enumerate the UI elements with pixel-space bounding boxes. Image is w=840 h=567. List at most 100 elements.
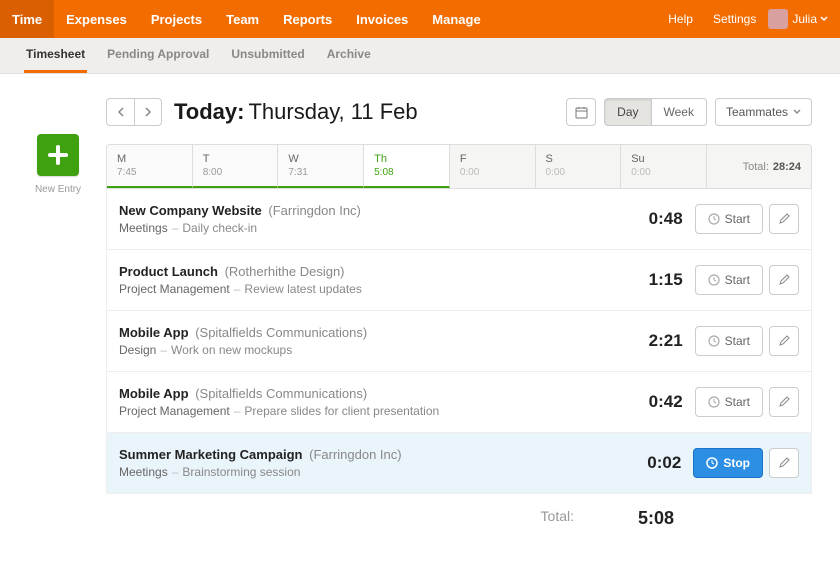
- entry-client: (Farringdon Inc): [306, 447, 402, 462]
- time-entry: Summer Marketing Campaign (Farringdon In…: [107, 433, 811, 494]
- settings-link[interactable]: Settings: [705, 12, 764, 26]
- teammates-dropdown[interactable]: Teammates: [715, 98, 812, 126]
- next-day-button[interactable]: [134, 98, 162, 126]
- calendar-icon: [575, 106, 588, 119]
- stop-icon: [706, 457, 718, 469]
- day-duration: 0:00: [460, 167, 525, 178]
- day-total-row: Total: 5:08: [106, 494, 812, 543]
- subnav-item-timesheet[interactable]: Timesheet: [24, 37, 87, 73]
- nav-tab-team[interactable]: Team: [214, 0, 271, 38]
- calendar-button[interactable]: [566, 98, 596, 126]
- day-total-value: 5:08: [614, 508, 674, 529]
- plus-icon: [46, 143, 70, 167]
- edit-entry-button[interactable]: [769, 204, 799, 234]
- entry-duration: 0:02: [621, 453, 681, 473]
- entry-client: (Spitalfields Communications): [192, 386, 368, 401]
- day-strip: M7:45T8:00W7:31Th5:08 F 0:00 S 0:00 Su 0:00 Tot…: [106, 144, 812, 189]
- entry-notes: Prepare slides for client presentation: [244, 404, 439, 418]
- subnav-item-pending-approval[interactable]: Pending Approval: [105, 37, 211, 73]
- edit-entry-button[interactable]: [769, 265, 799, 295]
- dash-separator: –: [172, 221, 179, 235]
- entry-duration: 0:42: [623, 392, 683, 412]
- subnav-item-unsubmitted[interactable]: Unsubmitted: [229, 37, 306, 73]
- pencil-icon: [778, 335, 790, 347]
- pencil-icon: [778, 274, 790, 286]
- view-day-button[interactable]: Day: [604, 98, 650, 126]
- start-timer-button[interactable]: Start: [695, 265, 763, 295]
- stop-timer-button[interactable]: Stop: [693, 448, 763, 478]
- dash-separator: –: [234, 282, 241, 296]
- entry-notes: Review latest updates: [244, 282, 361, 296]
- entry-client: (Spitalfields Communications): [192, 325, 368, 340]
- day-of-week: F: [460, 153, 525, 165]
- chevron-right-icon: [144, 107, 152, 117]
- clock-icon: [708, 213, 720, 225]
- dash-separator: –: [172, 465, 179, 479]
- entry-project: New Company Website: [119, 203, 262, 218]
- entry-client: (Rotherhithe Design): [221, 264, 345, 279]
- time-entry: Mobile App (Spitalfields Communications)…: [107, 372, 811, 433]
- entry-task: Design: [119, 343, 156, 357]
- week-total-cell: Total:28:24: [707, 145, 811, 188]
- entry-task: Project Management: [119, 404, 230, 418]
- day-cell[interactable]: T8:00: [193, 145, 279, 188]
- day-cell[interactable]: M7:45: [107, 145, 193, 188]
- current-date: Thursday, 11 Feb: [248, 99, 417, 125]
- new-entry-button[interactable]: [37, 134, 79, 176]
- user-menu[interactable]: Julia: [768, 9, 828, 29]
- day-duration: 0:00: [631, 167, 696, 178]
- entry-notes: Daily check-in: [182, 221, 257, 235]
- entry-task: Meetings: [119, 465, 168, 479]
- entry-notes: Brainstorming session: [182, 465, 300, 479]
- nav-tab-time[interactable]: Time: [0, 0, 54, 38]
- day-of-week: T: [203, 153, 268, 165]
- day-cell[interactable]: S 0:00: [536, 145, 622, 188]
- entry-task: Project Management: [119, 282, 230, 296]
- subnav-item-archive[interactable]: Archive: [325, 37, 373, 73]
- entry-project: Summer Marketing Campaign: [119, 447, 303, 462]
- entry-duration: 0:48: [623, 209, 683, 229]
- edit-entry-button[interactable]: [769, 448, 799, 478]
- day-of-week: M: [117, 153, 182, 165]
- nav-tab-manage[interactable]: Manage: [420, 0, 492, 38]
- nav-tab-invoices[interactable]: Invoices: [344, 0, 420, 38]
- sub-nav: Timesheet Pending Approval Unsubmitted Arch…: [0, 38, 840, 74]
- edit-entry-button[interactable]: [769, 387, 799, 417]
- time-entry: Product Launch (Rotherhithe Design)Proje…: [107, 250, 811, 311]
- prev-day-button[interactable]: [106, 98, 134, 126]
- edit-entry-button[interactable]: [769, 326, 799, 356]
- nav-tab-expenses[interactable]: Expenses: [54, 0, 139, 38]
- chevron-down-icon: [820, 15, 828, 23]
- nav-tab-projects[interactable]: Projects: [139, 0, 214, 38]
- day-duration: 5:08: [374, 167, 439, 178]
- entry-duration: 2:21: [623, 331, 683, 351]
- day-of-week: W: [288, 153, 353, 165]
- start-timer-button[interactable]: Start: [695, 204, 763, 234]
- start-timer-button[interactable]: Start: [695, 387, 763, 417]
- new-entry-label: New Entry: [30, 184, 86, 195]
- nav-tab-reports[interactable]: Reports: [271, 0, 344, 38]
- start-timer-button[interactable]: Start: [695, 326, 763, 356]
- view-week-button[interactable]: Week: [651, 98, 707, 126]
- clock-icon: [708, 335, 720, 347]
- chevron-down-icon: [793, 108, 801, 116]
- day-cell[interactable]: F 0:00: [450, 145, 536, 188]
- top-nav: TimeExpensesProjectsTeamReportsInvoicesM…: [0, 0, 840, 38]
- entries-list: New Company Website (Farringdon Inc) Meet…: [106, 189, 812, 494]
- entry-project: Mobile App: [119, 325, 189, 340]
- help-link[interactable]: Help: [660, 12, 701, 26]
- today-label: Today:: [174, 99, 244, 125]
- user-name: Julia: [792, 12, 817, 26]
- time-entry: New Company Website (Farringdon Inc)Meet…: [107, 189, 811, 250]
- entry-client: (Farringdon Inc): [265, 203, 361, 218]
- day-of-week: Su: [631, 153, 696, 165]
- day-of-week: S: [546, 153, 611, 165]
- clock-icon: [708, 274, 720, 286]
- day-cell[interactable]: Su 0:00: [621, 145, 707, 188]
- day-cell[interactable]: W7:31: [278, 145, 364, 188]
- entry-notes: Work on new mockups: [171, 343, 292, 357]
- day-cell[interactable]: Th5:08: [364, 145, 450, 188]
- day-duration: 0:00: [546, 167, 611, 178]
- clock-icon: [708, 396, 720, 408]
- time-entry: Mobile App (Spitalfields Communications)…: [107, 311, 811, 372]
